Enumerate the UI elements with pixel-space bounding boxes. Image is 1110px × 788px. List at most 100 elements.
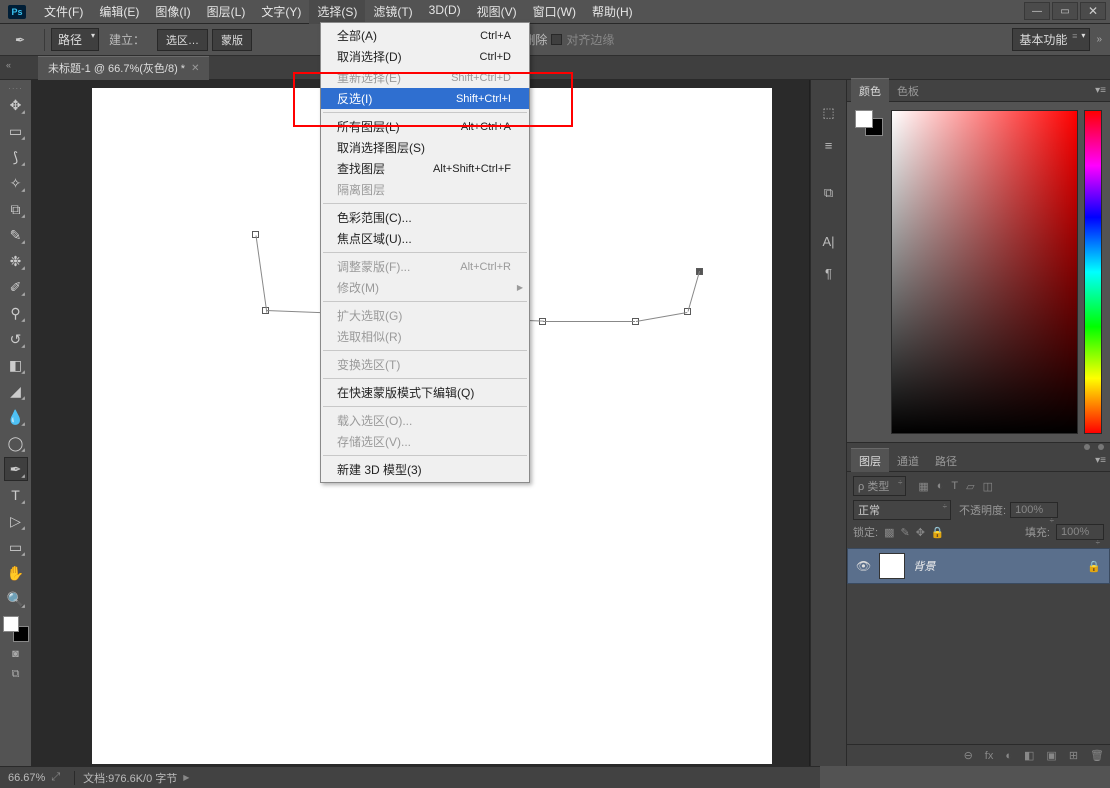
status-expand-icon[interactable]: ⤢ [51, 771, 60, 784]
collapse-options-icon[interactable]: » [1096, 34, 1102, 45]
workspace-switcher[interactable]: 基本功能 [1012, 28, 1090, 51]
blur-tool[interactable]: 💧 [4, 405, 28, 429]
move-tool[interactable]: ✥ [4, 93, 28, 117]
visibility-icon[interactable]: 👁 [856, 559, 871, 573]
menuitem-色彩范围C[interactable]: 色彩范围(C)... [321, 207, 529, 228]
zoom-tool[interactable]: 🔍 [4, 587, 28, 611]
eyedropper-tool[interactable]: ✎ [4, 223, 28, 247]
layer-action-2[interactable]: ◐ [1005, 750, 1012, 762]
menu-窗口[interactable]: 窗口(W) [525, 0, 584, 24]
swatches-tab[interactable]: 色板 [889, 79, 927, 103]
layer-action-5[interactable]: ⊞ [1069, 749, 1078, 762]
active-tool-icon[interactable]: ✒ [8, 29, 32, 51]
maximize-button[interactable]: ▭ [1052, 2, 1078, 20]
path-mode-dropdown[interactable]: 路径 [51, 28, 99, 51]
brush-tool[interactable]: ✐ [4, 275, 28, 299]
pen-tool[interactable]: ✒ [4, 457, 28, 481]
layer-filter-kind[interactable]: ρ 类型 [853, 476, 906, 496]
crop-tool[interactable]: ⧉ [4, 197, 28, 221]
menuitem-查找图层[interactable]: 查找图层Alt+Shift+Ctrl+F [321, 158, 529, 179]
layer-filter-icons[interactable]: ▦ ◐ T ▱ ◫ [918, 480, 993, 493]
dock-icon-3[interactable]: A| [815, 228, 843, 254]
menuitem-所有图层L[interactable]: 所有图层(L)Alt+Ctrl+A [321, 116, 529, 137]
mini-swatches[interactable] [855, 110, 885, 434]
make-mask-button[interactable]: 蒙版 [212, 29, 252, 51]
tab-close-icon[interactable]: ✕ [191, 63, 199, 74]
panel-menu-icon[interactable]: ▾≡ [1095, 85, 1106, 96]
toolbox-collapse-icon[interactable]: « [6, 60, 11, 70]
color-tab[interactable]: 颜色 [851, 78, 889, 103]
healing-tool[interactable]: ❉ [4, 249, 28, 273]
menu-帮助[interactable]: 帮助(H) [584, 0, 641, 24]
menu-3d[interactable]: 3D(D) [421, 0, 469, 24]
eraser-tool[interactable]: ◧ [4, 353, 28, 377]
layers-panel-menu-icon[interactable]: ▾≡ [1095, 455, 1106, 466]
lock-all-icon[interactable]: 🔒 [931, 526, 945, 539]
menuitem-取消选择图层S[interactable]: 取消选择图层(S) [321, 137, 529, 158]
path-select-tool[interactable]: ▷ [4, 509, 28, 533]
zoom-level[interactable]: 66.67% [8, 772, 45, 784]
filter-shape-icon[interactable]: ▱ [966, 480, 974, 493]
lock-icon[interactable]: 🔒 [1087, 560, 1101, 573]
layer-action-3[interactable]: ◧ [1024, 749, 1034, 762]
lock-paint-icon[interactable]: ✎ [900, 526, 909, 539]
minimize-button[interactable]: — [1024, 2, 1050, 20]
mini-foreground[interactable] [855, 110, 873, 128]
stamp-tool[interactable]: ⚲ [4, 301, 28, 325]
panel-tab-路径[interactable]: 路径 [927, 449, 965, 473]
menu-图层[interactable]: 图层(L) [199, 0, 254, 24]
menu-滤镜[interactable]: 滤镜(T) [365, 0, 420, 24]
screenmode-toggle[interactable]: ⧉ [6, 666, 26, 682]
dock-icon-4[interactable]: ¶ [815, 260, 843, 286]
document-info[interactable]: 文档:976.6K/0 字节 [83, 770, 177, 786]
blend-mode-dropdown[interactable]: 正常 [853, 500, 951, 520]
color-swatches[interactable] [3, 616, 29, 642]
opacity-field[interactable]: 100% [1010, 502, 1058, 518]
filter-type-icon[interactable]: T [951, 480, 958, 493]
dock-icon-0[interactable]: ⬚ [815, 100, 843, 126]
filter-smart-icon[interactable]: ◫ [983, 480, 993, 493]
toolbox-grip[interactable]: ···· [8, 84, 23, 92]
menu-视图[interactable]: 视图(V) [469, 0, 525, 24]
filter-adjust-icon[interactable]: ◐ [937, 480, 944, 493]
menuitem-取消选择D[interactable]: 取消选择(D)Ctrl+D [321, 46, 529, 67]
filter-pixel-icon[interactable]: ▦ [918, 480, 928, 493]
lock-transparency-icon[interactable]: ▩ [884, 526, 894, 539]
menu-编辑[interactable]: 编辑(E) [91, 0, 147, 24]
dock-icon-1[interactable]: ≡ [815, 132, 843, 158]
foreground-color[interactable] [3, 616, 19, 632]
status-arrow-icon[interactable]: ▶ [183, 773, 189, 782]
close-button[interactable]: ✕ [1080, 2, 1106, 20]
quickmask-toggle[interactable]: ◙ [6, 646, 26, 662]
dodge-tool[interactable]: ◯ [4, 431, 28, 455]
shape-tool[interactable]: ▭ [4, 535, 28, 559]
lasso-tool[interactable]: ⟆ [4, 145, 28, 169]
hue-slider[interactable] [1084, 110, 1102, 434]
history-brush-tool[interactable]: ↺ [4, 327, 28, 351]
color-field[interactable] [891, 110, 1078, 434]
type-tool[interactable]: T [4, 483, 28, 507]
menu-选择[interactable]: 选择(S) [309, 0, 365, 24]
panel-tab-图层[interactable]: 图层 [851, 448, 889, 473]
hand-tool[interactable]: ✋ [4, 561, 28, 585]
layer-action-1[interactable]: fx [985, 750, 994, 762]
layer-thumbnail[interactable] [879, 553, 905, 579]
fill-field[interactable]: 100% [1056, 524, 1104, 540]
menuitem-焦点区域U[interactable]: 焦点区域(U)... [321, 228, 529, 249]
document-tab[interactable]: 未标题-1 @ 66.7%(灰色/8) * ✕ [38, 56, 209, 80]
make-selection-button[interactable]: 选区… [157, 29, 208, 51]
align-edges-checkbox[interactable] [551, 34, 562, 45]
quick-select-tool[interactable]: ✧ [4, 171, 28, 195]
layer-name[interactable]: 背景 [913, 558, 935, 574]
menuitem-在快速蒙版模式下编辑Q[interactable]: 在快速蒙版模式下编辑(Q) [321, 382, 529, 403]
menuitem-全部A[interactable]: 全部(A)Ctrl+A [321, 25, 529, 46]
layer-row-background[interactable]: 👁 背景 🔒 [847, 548, 1110, 584]
lock-position-icon[interactable]: ✥ [916, 526, 925, 539]
menu-图像[interactable]: 图像(I) [147, 0, 198, 24]
menuitem-新建3D模型3[interactable]: 新建 3D 模型(3) [321, 459, 529, 480]
layer-action-6[interactable]: 🗑 [1090, 749, 1104, 762]
menu-文件[interactable]: 文件(F) [36, 0, 91, 24]
gradient-tool[interactable]: ◢ [4, 379, 28, 403]
menu-文字[interactable]: 文字(Y) [253, 0, 309, 24]
layer-action-0[interactable]: ⊖ [964, 749, 973, 762]
